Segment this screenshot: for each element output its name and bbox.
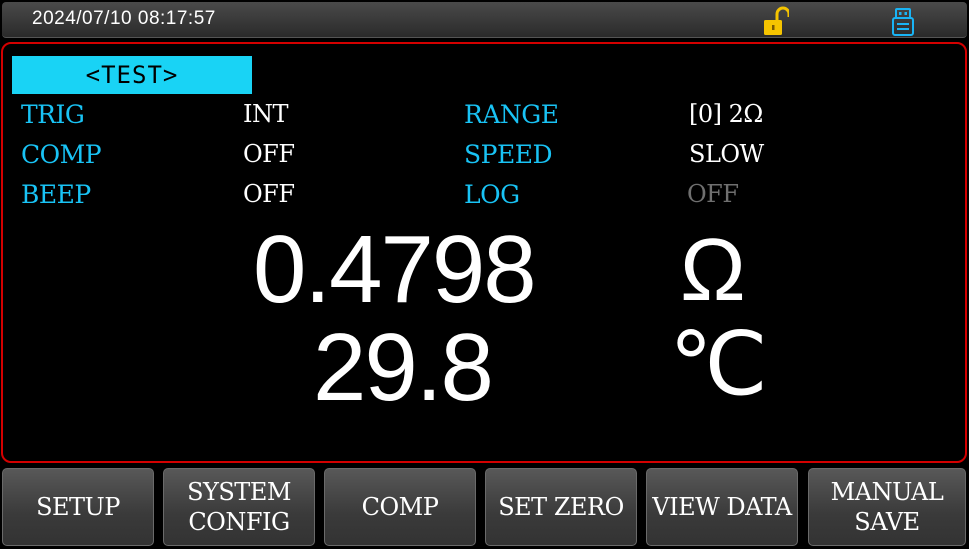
resistance-reading: 0.4798 (253, 216, 537, 323)
setup-button[interactable]: SETUP (2, 468, 154, 546)
beep-value[interactable]: OFF (243, 180, 295, 208)
usb-icon (891, 8, 915, 36)
comp-button[interactable]: COMP (324, 468, 476, 546)
beep-label: BEEP (21, 180, 91, 209)
lock-open-icon[interactable] (763, 6, 791, 36)
temperature-unit: ℃ (669, 314, 768, 413)
range-label: RANGE (464, 100, 559, 129)
set-zero-button[interactable]: SET ZERO (485, 468, 637, 546)
trig-label: TRIG (21, 100, 85, 129)
log-value: OFF (687, 180, 739, 208)
resistance-unit: Ω (680, 220, 746, 319)
speed-value[interactable]: SLOW (689, 140, 764, 168)
datetime: 2024/07/10 08:17:57 (32, 8, 216, 29)
system-config-button[interactable]: SYSTEM CONFIG (163, 468, 315, 546)
trig-value[interactable]: INT (243, 100, 289, 128)
page-title: <TEST> (12, 56, 252, 94)
manual-save-button[interactable]: MANUAL SAVE (808, 468, 966, 546)
temperature-reading: 29.8 (313, 314, 494, 421)
speed-label: SPEED (464, 140, 553, 169)
range-value[interactable]: [0] 2Ω (689, 100, 763, 128)
view-data-button[interactable]: VIEW DATA (646, 468, 798, 546)
status-bar: 2024/07/10 08:17:57 (2, 2, 967, 38)
main-panel: <TEST> TRIG INT COMP OFF BEEP OFF RANGE … (1, 42, 967, 463)
comp-value[interactable]: OFF (243, 140, 295, 168)
log-label: LOG (464, 180, 520, 209)
comp-label: COMP (21, 140, 102, 169)
